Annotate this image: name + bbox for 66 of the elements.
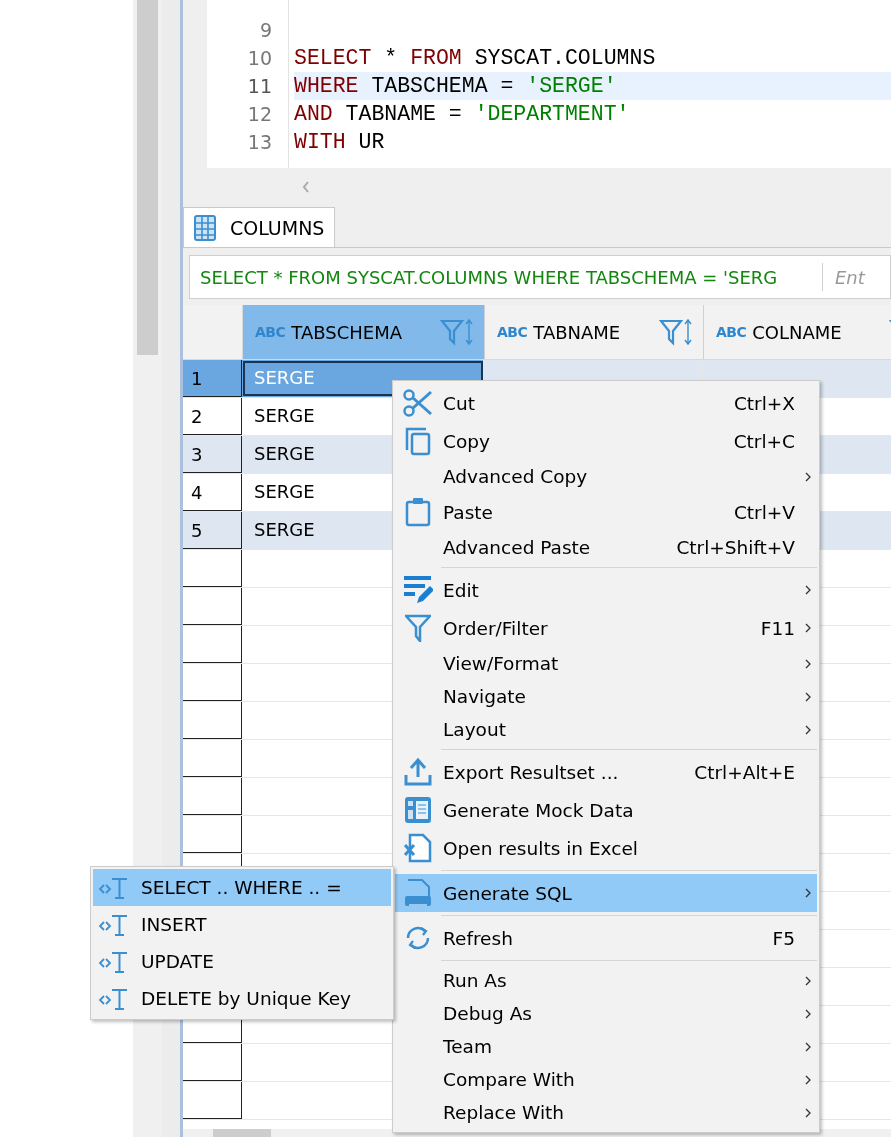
refresh-icon	[404, 924, 432, 952]
row-number[interactable]: 5	[183, 512, 242, 549]
scrollbar-thumb[interactable]	[213, 1129, 271, 1137]
export-icon	[404, 757, 432, 787]
submenu-chevron-icon	[804, 1007, 812, 1020]
scissors-icon	[403, 389, 433, 417]
menu-item[interactable]: Layout	[395, 713, 817, 746]
column-header[interactable]: ABC COLNAME	[704, 305, 891, 359]
code-line: AND TABNAME = 'DEPARTMENT'	[294, 101, 631, 128]
submenu-chevron-icon	[804, 622, 812, 634]
submenu-chevron-icon	[804, 584, 812, 596]
submenu-chevron-icon	[804, 887, 812, 899]
submenu-chevron-icon	[804, 1040, 812, 1053]
column-header[interactable]: ABC TABNAME	[485, 305, 704, 359]
table-icon	[194, 214, 218, 241]
filter-input[interactable]: Ent	[833, 265, 890, 289]
line-number: 13	[246, 130, 272, 155]
row-number[interactable]: 3	[183, 436, 242, 473]
menu-item[interactable]: UPDATE	[93, 943, 391, 980]
results-tab[interactable]: COLUMNS	[183, 207, 336, 247]
filter-icon	[405, 614, 431, 642]
menu-item[interactable]: Open results in Excel	[395, 829, 817, 867]
scroll-left-icon[interactable]	[301, 179, 311, 194]
scrollbar-thumb[interactable]	[137, 0, 158, 355]
sql-file-icon	[404, 878, 432, 908]
line-number: 9	[258, 18, 272, 43]
filter-sort-icon[interactable]	[440, 317, 474, 347]
menu-item[interactable]: Order/Filter F11	[395, 609, 817, 647]
menu-item[interactable]: Run As	[395, 964, 817, 997]
line-number: 10	[246, 46, 272, 71]
data-sheet-icon	[404, 796, 432, 824]
menu-item[interactable]: View/Format	[395, 647, 817, 680]
code-line: SELECT * FROM SYSCAT.COLUMNS	[294, 45, 657, 72]
submenu-chevron-icon	[804, 974, 812, 987]
menu-item[interactable]: Team	[395, 1030, 817, 1063]
submenu-chevron-icon	[804, 470, 812, 483]
submenu-chevron-icon	[804, 723, 812, 736]
edit-lines-icon	[403, 575, 433, 605]
submenu-chevron-icon	[804, 657, 812, 670]
menu-item[interactable]: INSERT	[93, 906, 391, 943]
menu-item[interactable]: Generate SQL	[395, 874, 817, 912]
filter-sort-icon[interactable]	[659, 317, 693, 347]
menu-item[interactable]: Compare With	[395, 1063, 817, 1096]
menu-item[interactable]: Refresh F5	[395, 919, 817, 957]
spreadsheet-file-icon	[404, 833, 432, 863]
menu-item[interactable]: Generate Mock Data	[395, 791, 817, 829]
line-number: 12	[246, 102, 272, 127]
line-number: 11	[246, 74, 272, 99]
submenu-chevron-icon	[804, 690, 812, 703]
menu-item[interactable]: Replace With	[395, 1096, 817, 1129]
copy-icon	[404, 426, 432, 456]
row-number[interactable]: 1	[183, 360, 242, 397]
code-line: WITH UR	[294, 129, 386, 156]
submenu-chevron-icon	[804, 1073, 812, 1086]
menu-item[interactable]: Debug As	[395, 997, 817, 1030]
filter-query-text[interactable]: SELECT * FROM SYSCAT.COLUMNS WHERE TABSCHEMA = 'SERG	[200, 266, 812, 288]
submenu-chevron-icon	[804, 1106, 812, 1119]
menu-item[interactable]: DELETE by Unique Key	[93, 980, 391, 1017]
menu-item[interactable]: SELECT .. WHERE .. =	[93, 869, 391, 906]
row-number[interactable]: 2	[183, 398, 242, 435]
menu-item[interactable]: Edit	[395, 571, 817, 609]
column-header[interactable]: ABC TABSCHEMA	[243, 305, 485, 359]
menu-item[interactable]: Export Resultset ... Ctrl+Alt+E	[395, 753, 817, 791]
clipboard-icon	[405, 497, 431, 527]
menu-item[interactable]: Navigate	[395, 680, 817, 713]
row-number[interactable]: 4	[183, 474, 242, 511]
